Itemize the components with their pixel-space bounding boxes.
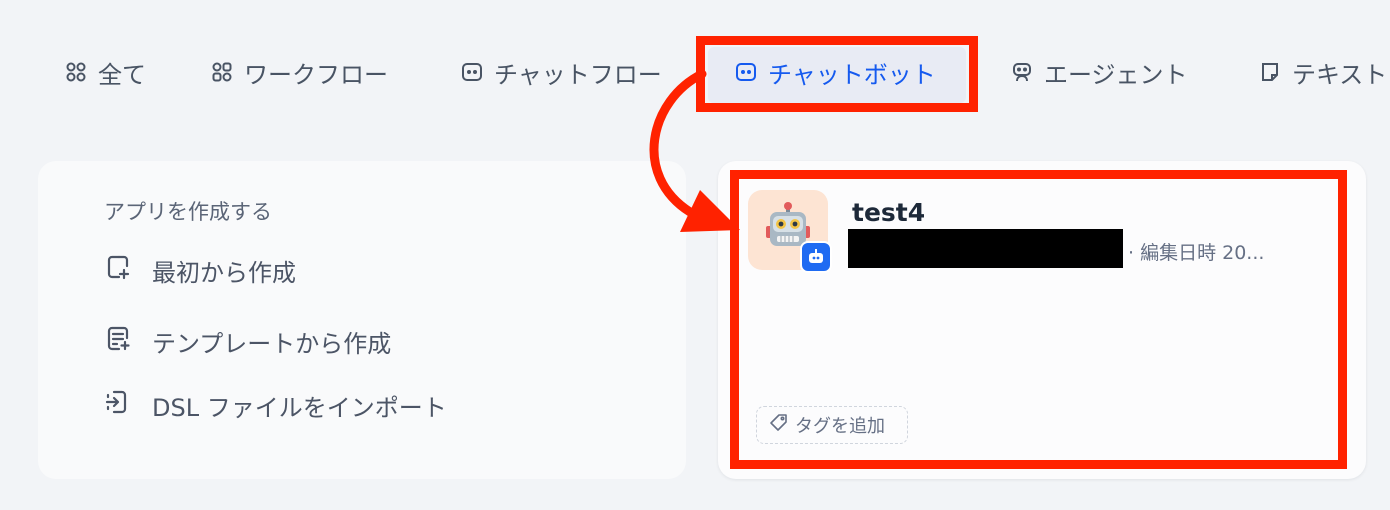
tab-chatbot[interactable]: チャットボット: [734, 52, 936, 92]
robot-icon: [1010, 60, 1034, 84]
import-dsl-button[interactable]: DSL ファイルをインポート: [104, 388, 447, 422]
chat-icon: [460, 60, 484, 84]
tab-text[interactable]: テキスト: [1258, 52, 1387, 92]
create-from-blank-button[interactable]: 最初から作成: [104, 253, 296, 287]
tab-workflow[interactable]: ワークフロー: [210, 52, 388, 92]
add-tag-button[interactable]: タグを追加: [756, 406, 908, 444]
page: 全て ワークフロー チャットフロー チャットボット エージェント テキスト アプ…: [0, 0, 1390, 510]
file-template-icon: [104, 324, 132, 358]
grid-icon: [64, 60, 88, 84]
create-item-label: 最初から作成: [152, 258, 296, 287]
file-plus-icon: [104, 253, 132, 287]
tab-label: ワークフロー: [244, 60, 388, 89]
create-item-label: DSL ファイルをインポート: [152, 393, 447, 422]
create-from-template-button[interactable]: テンプレートから作成: [104, 324, 392, 358]
tab-agent[interactable]: エージェント: [1010, 52, 1188, 92]
add-tag-label: タグを追加: [795, 416, 885, 437]
tab-label: チャットボット: [768, 60, 936, 89]
tab-label: 全て: [98, 60, 146, 89]
chat-icon: [734, 60, 758, 84]
tab-label: チャットフロー: [494, 60, 662, 89]
tab-chatflow[interactable]: チャットフロー: [460, 52, 662, 92]
app-meta-edited: · 編集日時 20...: [1128, 242, 1265, 264]
tag-icon: [769, 413, 789, 438]
redacted-author: [848, 229, 1123, 268]
tab-label: テキスト: [1292, 60, 1388, 89]
create-item-label: テンプレートから作成: [152, 329, 392, 358]
chatbot-badge-icon: [800, 241, 832, 273]
workflow-icon: [210, 60, 234, 84]
tab-all[interactable]: 全て: [64, 52, 146, 92]
note-icon: [1258, 60, 1282, 84]
app-name: test4: [852, 198, 926, 227]
create-app-title: アプリを作成する: [104, 200, 272, 224]
tab-label: エージェント: [1044, 60, 1188, 89]
import-icon: [104, 388, 132, 422]
